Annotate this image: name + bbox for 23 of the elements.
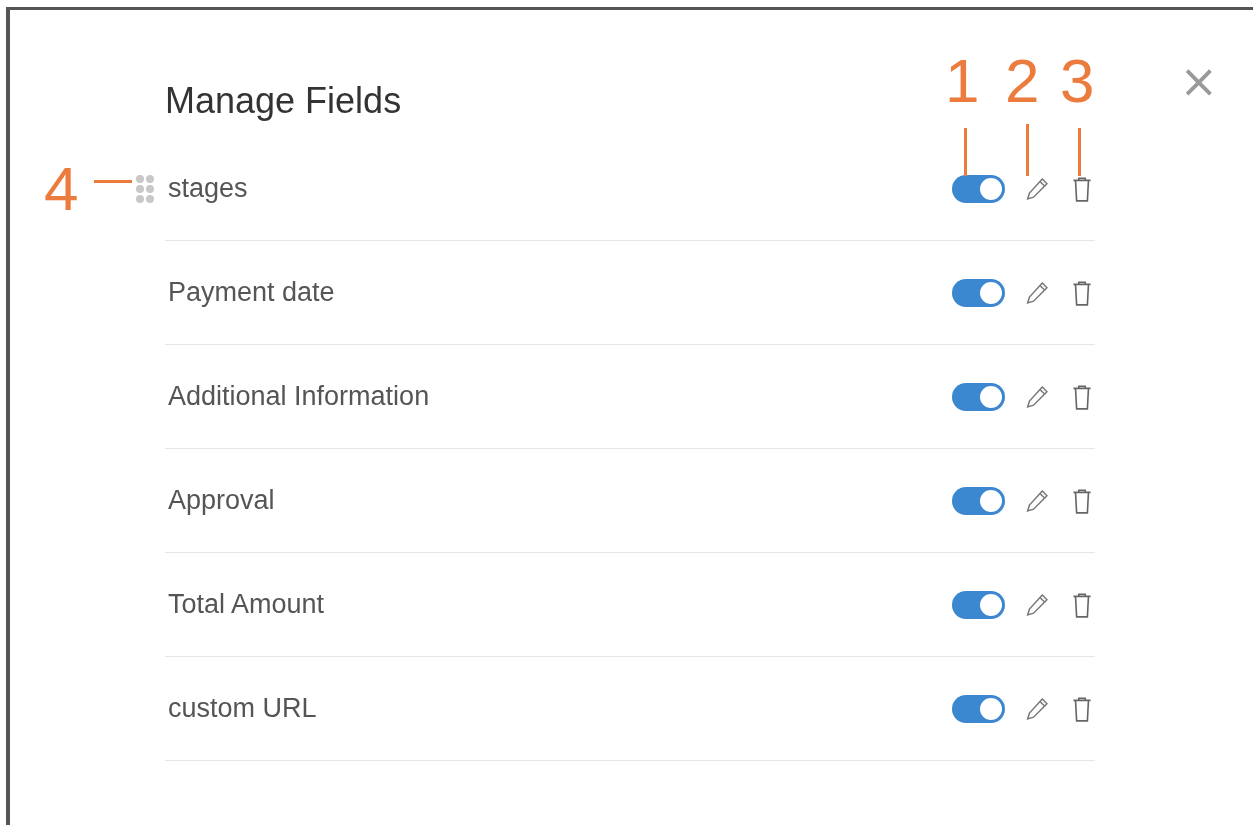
visibility-toggle[interactable] (952, 694, 1005, 723)
dialog-title: Manage Fields (165, 80, 402, 122)
field-name: Approval (167, 485, 276, 516)
field-name: Payment date (167, 277, 336, 308)
leader-line (1026, 124, 1029, 176)
callout-number: 1 (945, 50, 980, 112)
field-name: Total Amount (167, 589, 326, 620)
close-button[interactable]: × (1179, 58, 1218, 104)
visibility-toggle[interactable] (952, 174, 1005, 203)
leader-line (94, 180, 132, 183)
field-name: custom URL (167, 693, 318, 724)
callout-number: 2 (1005, 50, 1040, 112)
visibility-toggle[interactable] (952, 590, 1005, 619)
leader-line (964, 128, 967, 176)
field-name: stages (167, 173, 249, 204)
visibility-toggle[interactable] (952, 278, 1005, 307)
field-name: Additional Information (167, 381, 431, 412)
drag-handle-icon[interactable] (135, 173, 155, 204)
visibility-toggle[interactable] (952, 486, 1005, 515)
callout-number: 4 (44, 158, 79, 220)
leader-line (1078, 128, 1081, 176)
callout-number: 3 (1060, 50, 1095, 112)
visibility-toggle[interactable] (952, 382, 1005, 411)
